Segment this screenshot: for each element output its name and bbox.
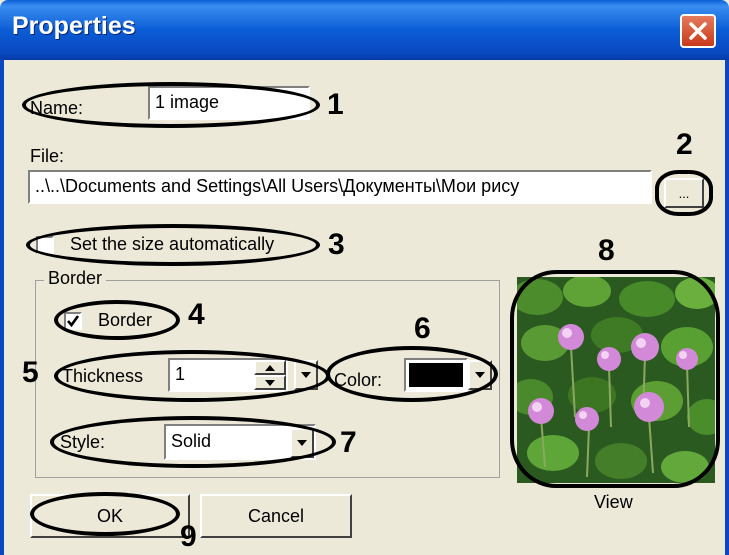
close-icon [689, 22, 707, 40]
window-title: Properties [12, 12, 136, 40]
file-label: File: [30, 146, 65, 166]
annotation-number-1: 1 [327, 88, 344, 121]
annotation-number-5: 5 [22, 356, 39, 389]
annotation-ellipse-7 [50, 416, 336, 468]
annotation-number-3: 3 [328, 228, 345, 261]
annotation-ellipse-3 [26, 224, 320, 266]
annotation-ellipse-8 [510, 270, 720, 488]
border-group-legend: Border [44, 268, 107, 289]
cancel-button[interactable]: Cancel [200, 494, 352, 538]
annotation-ellipse-5 [54, 350, 330, 402]
annotation-ellipse-2 [655, 170, 713, 216]
annotation-number-2: 2 [676, 128, 693, 161]
annotation-ellipse-4 [54, 300, 180, 340]
preview-label: View [594, 492, 633, 512]
annotation-number-9: 9 [180, 520, 197, 553]
annotation-ellipse-1 [22, 82, 320, 128]
annotation-number-4: 4 [188, 298, 205, 331]
file-path-input[interactable]: ..\..\Documents and Settings\All Users\Д… [28, 170, 652, 204]
annotation-number-8: 8 [598, 234, 615, 267]
annotation-number-6: 6 [414, 312, 431, 345]
close-button[interactable] [680, 14, 716, 48]
annotation-ellipse-6 [326, 346, 498, 402]
annotation-number-7: 7 [340, 426, 357, 459]
annotation-ellipse-9 [30, 492, 180, 536]
title-bar[interactable]: Properties [0, 0, 729, 60]
